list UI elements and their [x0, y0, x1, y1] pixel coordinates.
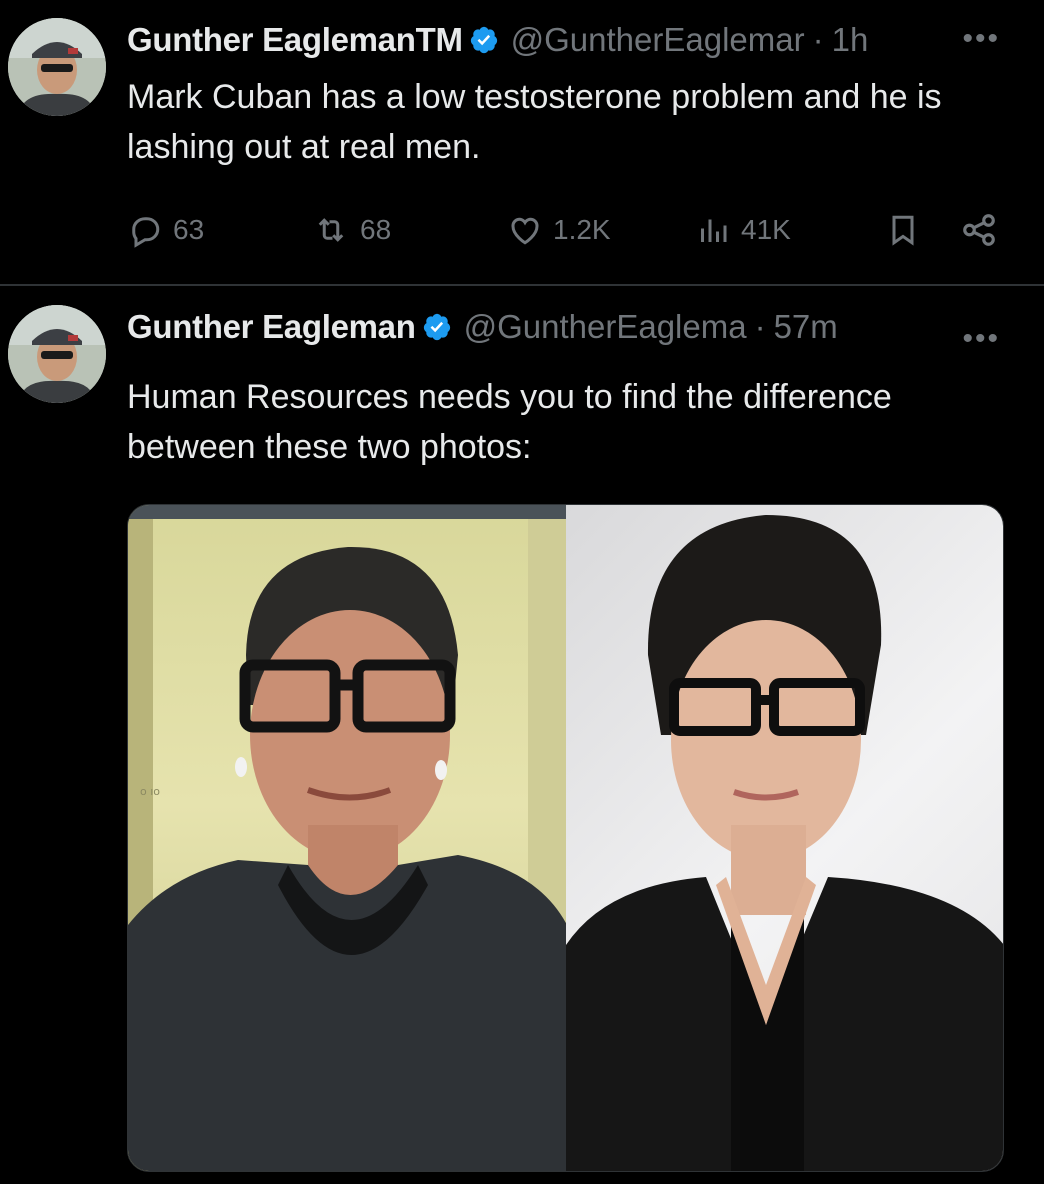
verified-icon[interactable]: [422, 312, 452, 342]
repost-count: 68: [360, 214, 392, 245]
share-button[interactable]: [960, 211, 998, 249]
reply-button[interactable]: 63: [127, 212, 204, 248]
author-handle[interactable]: @GuntherEaglemar: [511, 21, 805, 59]
reply-count: 63: [173, 214, 205, 245]
author-name[interactable]: Gunther Eagleman: [127, 308, 416, 346]
author-name[interactable]: Gunther EaglemanTM: [127, 21, 463, 59]
reply-icon: [127, 212, 163, 248]
tweet-text: Human Resources needs you to find the di…: [127, 378, 892, 466]
photo-right[interactable]: [566, 505, 1003, 1171]
views-icon: [695, 212, 731, 248]
bookmark-icon: [885, 211, 921, 249]
views-count: 41K: [741, 214, 791, 245]
separator: ·: [812, 21, 824, 58]
views-button[interactable]: 41K: [695, 212, 791, 248]
media-grid: o ıo: [127, 504, 1004, 1172]
tweet[interactable]: Gunther Eagleman @GuntherEaglema · 57m •…: [0, 287, 1044, 1184]
bookmark-button[interactable]: [885, 211, 921, 249]
like-icon: [507, 212, 543, 248]
more-icon[interactable]: •••: [962, 322, 1000, 356]
svg-text:o ıo: o ıo: [140, 785, 160, 798]
more-icon[interactable]: •••: [962, 22, 1000, 56]
author-handle[interactable]: @GuntherEaglema: [464, 308, 747, 346]
tweet-text: Mark Cuban has a low testosterone proble…: [127, 78, 942, 166]
tweet-header: Gunther EaglemanTM @GuntherEaglemar · 1h: [127, 18, 1004, 62]
like-button[interactable]: 1.2K: [507, 212, 611, 248]
tweet-header: Gunther Eagleman @GuntherEaglema · 57m: [127, 305, 1004, 349]
tweet[interactable]: Gunther EaglemanTM @GuntherEaglemar · 1h…: [0, 0, 1044, 285]
action-bar: 63 68 1.2K 41K: [127, 205, 1004, 255]
like-count: 1.2K: [553, 214, 611, 245]
divider: [0, 284, 1044, 286]
repost-icon: [312, 212, 350, 248]
share-icon: [960, 211, 998, 249]
timestamp[interactable]: 1h: [832, 21, 869, 59]
photo-left[interactable]: o ıo: [128, 505, 566, 1171]
verified-icon[interactable]: [469, 25, 499, 55]
repost-button[interactable]: 68: [312, 212, 391, 248]
avatar[interactable]: [8, 305, 106, 403]
timestamp[interactable]: 57m: [774, 308, 838, 346]
avatar[interactable]: [8, 18, 106, 116]
separator: ·: [754, 308, 766, 345]
